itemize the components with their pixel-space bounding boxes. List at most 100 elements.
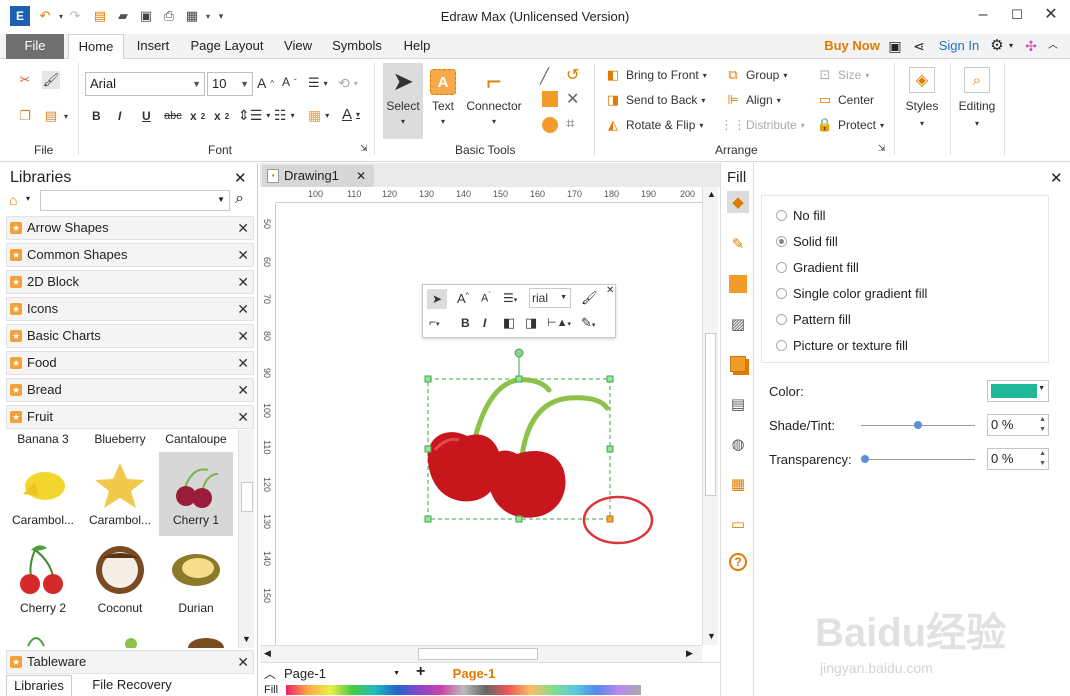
scroll-right-icon[interactable]: ▶ [686,648,693,659]
page-tab[interactable]: Page-1 [444,665,504,683]
copy-icon[interactable]: ❐ [16,107,34,125]
font-dialog-launcher-icon[interactable]: ⇲ [360,143,368,154]
transparency-slider-knob[interactable] [861,455,869,463]
resize-handle[interactable] [606,445,614,453]
close-icon[interactable]: ✕ [237,271,249,293]
send-to-back-icon[interactable]: ◨ [525,315,537,331]
radio-button[interactable] [776,210,787,221]
radio-solid-fill[interactable]: Solid fill [776,234,838,249]
scroll-down-icon[interactable]: ▼ [242,634,251,644]
library-item-common-shapes[interactable]: ★ Common Shapes ✕ [6,243,254,267]
text-align-icon[interactable]: ☰▾ [503,291,517,305]
sign-in-link[interactable]: Sign In [934,34,984,59]
radio-button[interactable] [776,288,787,299]
collapse-ribbon-icon[interactable]: ︿ [1044,34,1062,59]
cross-tool-icon[interactable]: ✕ [566,89,579,109]
underline-icon[interactable]: U [142,109,151,123]
shrink-font-icon[interactable]: Aˇ [481,292,491,305]
share-icon[interactable]: ⋖ [910,34,928,59]
edit-style-icon[interactable]: ✎▾ [581,315,595,331]
tab-file[interactable]: File [6,34,64,59]
resize-handle[interactable] [424,515,432,523]
settings-gear-icon[interactable]: ⚙ [988,34,1006,59]
size-button[interactable]: ⊡ Size ▾ [816,66,870,84]
format-painter-icon[interactable]: 🖌 [42,71,60,89]
tab-symbols[interactable]: Symbols [328,34,386,59]
close-toolbar-icon[interactable]: ✕ [606,285,614,296]
close-icon[interactable]: ✕ [237,651,249,673]
font-name-combo[interactable]: Arial ▼ [85,72,205,96]
resize-handle[interactable] [606,375,614,383]
shape-cantaloupe[interactable]: Cantaloupe [159,432,233,446]
resize-handle[interactable] [515,515,523,523]
library-item-2d-block[interactable]: ★ 2D Block ✕ [6,270,254,294]
library-item-basic-charts[interactable]: ★ Basic Charts ✕ [6,324,254,348]
font-combo[interactable]: rial ▼ [529,288,571,308]
scroll-left-icon[interactable]: ◀ [264,648,271,659]
scrollbar-thumb[interactable] [418,648,538,660]
line-tool-icon[interactable]: ╱ [540,67,549,85]
buy-now-link[interactable]: Buy Now [820,34,884,59]
arrange-dialog-launcher-icon[interactable]: ⇲ [878,143,886,154]
scroll-up-icon[interactable]: ▲ [707,189,716,199]
bold-icon[interactable]: B [461,316,470,330]
distribute-button[interactable]: ⋮⋮ Distribute ▾ [720,116,805,134]
close-window-icon[interactable]: ✕ [1034,4,1068,28]
center-button[interactable]: ▭ Center [816,91,874,109]
connector-style-icon[interactable]: ⌐▾ [429,315,440,329]
tab-insert[interactable]: Insert [130,34,176,59]
pointer-icon[interactable]: ➤ [427,289,447,309]
editing-button[interactable]: ⌕ Editing ▾ [956,67,998,128]
shape-blueberry[interactable]: Blueberry [83,432,157,446]
resize-handle[interactable] [515,375,523,383]
radio-picture-texture-fill[interactable]: Picture or texture fill [776,338,908,353]
italic-icon[interactable]: I [118,109,121,123]
align-button[interactable]: ⊫ Align ▾ [724,91,780,109]
radio-single-color-gradient-fill[interactable]: Single color gradient fill [776,286,927,301]
rotate-flip-button[interactable]: ◭ Rotate & Flip ▾ [604,116,703,134]
library-item-icons[interactable]: ★ Icons ✕ [6,297,254,321]
library-item-food[interactable]: ★ Food ✕ [6,351,254,375]
tab-help[interactable]: Help [398,34,436,59]
maximize-icon[interactable]: ☐ [1000,4,1034,28]
image-icon[interactable]: ▨ [727,313,749,335]
close-tab-icon[interactable]: ✕ [356,165,366,187]
tab-drawing1[interactable]: ▪ Drawing1 ✕ [262,165,374,187]
shape-carambola-1[interactable]: Carambol... [6,452,80,534]
close-icon[interactable]: ✕ [237,352,249,374]
transparency-input[interactable]: 0 % ▲ ▼ [987,448,1049,470]
search-icon[interactable]: ⌕ [235,190,244,208]
transparency-slider[interactable] [863,459,975,460]
text-align-icon[interactable]: ☰▾ [308,75,328,91]
library-search-input[interactable]: ▼ [40,190,230,211]
resize-handle[interactable] [424,375,432,383]
grow-font-icon[interactable]: A^ [457,291,469,306]
paste-icon[interactable]: ▤ ▾ [42,107,68,125]
radio-no-fill[interactable]: No fill [776,208,826,223]
format-painter-icon[interactable]: 🖌 [581,290,598,306]
shape-banana-3[interactable]: Banana 3 [6,432,80,446]
bring-to-front-icon[interactable]: ◧ [503,315,515,331]
shape-coconut[interactable]: Coconut [83,540,157,622]
styles-button[interactable]: ◈ Styles ▾ [902,67,942,128]
tab-file-recovery[interactable]: File Recovery [84,675,180,696]
scrollbar-thumb[interactable] [241,482,253,512]
layer-icon[interactable] [727,353,749,375]
rectangle-tool-icon[interactable] [542,91,558,107]
library-home-dropdown-icon[interactable]: ▾ [26,194,30,203]
resize-handle[interactable] [424,445,432,453]
text-background-icon[interactable]: ▦ ▾ [308,107,329,124]
superscript-icon[interactable]: x2 [214,109,229,123]
close-icon[interactable]: ✕ [237,406,249,428]
page-up-icon[interactable]: ︿ [264,665,276,682]
help-icon[interactable]: ? [729,553,747,571]
account-icon[interactable]: ▣ [886,34,904,59]
select-tool-button[interactable]: ➤ Select ▾ [383,63,423,139]
page-properties-icon[interactable]: ▤ [727,393,749,415]
settings-dropdown-icon[interactable]: ▾ [1006,34,1016,59]
crop-tool-icon[interactable]: ⌗ [566,115,574,132]
text-direction-icon[interactable]: ⟲ ▾ [338,75,358,92]
scroll-down-icon[interactable]: ▼ [707,631,716,641]
library-item-arrow-shapes[interactable]: ★ Arrow Shapes ✕ [6,216,254,240]
close-icon[interactable]: ✕ [237,379,249,401]
